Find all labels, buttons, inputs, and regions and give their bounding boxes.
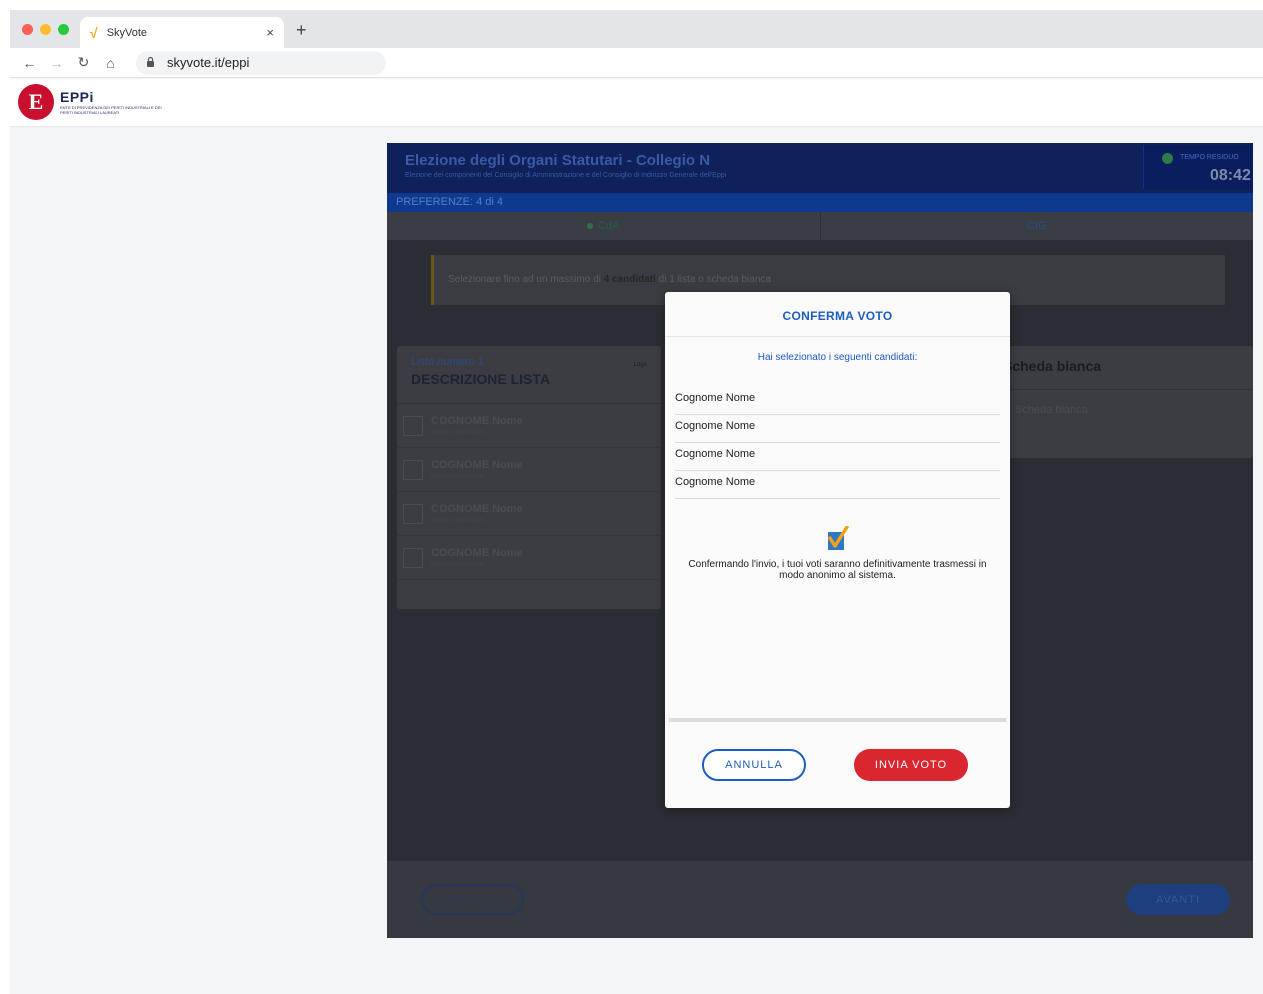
candidate-checkbox[interactable]	[403, 415, 423, 436]
modal-message: Confermando l'invio, i tuoi voti saranno…	[688, 559, 987, 581]
candidate-checkbox[interactable]	[403, 459, 423, 480]
blank-ballot-card: Scheda bianca Scheda bianca	[981, 346, 1253, 458]
eppi-logo[interactable]: E EPPi ENTE DI PREVIDENZA DEI PERITI IND…	[18, 84, 170, 120]
candidate-checkbox[interactable]	[403, 547, 423, 568]
new-tab-button[interactable]: +	[296, 20, 307, 41]
preferences-bar: PREFERENZE: 4 di 4	[387, 193, 1253, 212]
candidate-info: Nato/a il 00/00/0000	[431, 562, 485, 568]
blank-ballot-option[interactable]: Scheda bianca	[981, 390, 1253, 430]
blank-ballot-title: Scheda bianca	[981, 346, 1253, 390]
reload-button[interactable]: ↻	[70, 54, 97, 71]
candidate-info: Nato/a il 00/00/0000	[431, 518, 485, 524]
timer: TEMPO RESIDUO 08:42	[1143, 145, 1253, 189]
maximize-window-button[interactable]	[58, 24, 69, 35]
browser-tabbar: √ SkyVote × +	[10, 10, 1263, 48]
notice-text-end: di 1 lista o scheda bianca	[655, 274, 771, 285]
timer-icon	[1162, 153, 1173, 164]
timer-label: TEMPO RESIDUO	[1180, 154, 1239, 161]
lock-icon	[146, 56, 155, 70]
avanti-button[interactable]: AVANTI	[1126, 884, 1230, 915]
eppi-logo-mark: E	[18, 84, 54, 120]
tab-title: SkyVote	[106, 26, 148, 39]
timer-value: 08:42	[1210, 167, 1251, 184]
site-header: E EPPi ENTE DI PREVIDENZA DEI PERITI IND…	[10, 79, 1263, 127]
notice-text: Selezionare fino ad un massimo di	[448, 274, 604, 285]
modal-title: CONFERMA VOTO	[665, 292, 1010, 337]
list-description: DESCRIZIONE LISTA	[411, 371, 550, 387]
candidate-row[interactable]: COGNOME Nome Nato/a il 00/00/0000	[397, 536, 661, 580]
modal-intro: Hai selezionato i seguenti candidati:	[757, 352, 918, 363]
tab-close-icon[interactable]: ×	[266, 25, 274, 40]
window-controls	[22, 24, 69, 35]
candidate-checkbox[interactable]	[403, 503, 423, 524]
election-subtitle: Elezione dei componenti del Consiglio di…	[405, 172, 727, 179]
modal-annulla-button[interactable]: ANNULLA	[702, 749, 806, 781]
organ-tabs: CdA CIG	[387, 212, 1253, 240]
selected-candidate: Cognome Nome	[675, 387, 1000, 415]
tab-cda[interactable]: CdA	[387, 212, 821, 240]
notice-bold: 4 candidati	[603, 274, 656, 285]
minimize-window-button[interactable]	[40, 24, 51, 35]
selected-candidate: Cognome Nome	[675, 415, 1000, 443]
back-button[interactable]: ←	[16, 55, 43, 71]
candidate-name: COGNOME Nome	[431, 503, 523, 515]
close-window-button[interactable]	[22, 24, 33, 35]
list-card: Lista numero 1 DESCRIZIONE LISTA Logo CO…	[397, 346, 661, 609]
vote-check-icon	[665, 525, 1010, 554]
selected-candidate: Cognome Nome	[675, 471, 1000, 499]
candidate-name: COGNOME Nome	[431, 415, 523, 427]
url-text: skyvote.it/eppi	[167, 55, 250, 70]
skyvote-favicon-icon: √	[90, 24, 98, 41]
logo-name: EPPi	[60, 89, 94, 105]
candidate-info: Nato/a il 00/00/0000	[431, 474, 485, 480]
candidate-name: COGNOME Nome	[431, 547, 523, 559]
tab-label: CIG	[1026, 220, 1047, 232]
app-header: Elezione degli Organi Statutari - Colleg…	[387, 143, 1253, 193]
selected-candidate: Cognome Nome	[675, 443, 1000, 471]
tab-label: CdA	[598, 220, 620, 232]
election-title: Elezione degli Organi Statutari - Colleg…	[405, 152, 711, 169]
browser-tab[interactable]: √ SkyVote ×	[80, 17, 284, 48]
candidate-name: COGNOME Nome	[431, 459, 523, 471]
annulla-button[interactable]: ANNULLA	[421, 884, 524, 915]
forward-button[interactable]: →	[43, 55, 70, 71]
selected-dot-icon	[587, 223, 594, 229]
candidate-info: Nato/a il 00/00/0000	[431, 430, 485, 436]
list-number: Lista numero 1	[411, 356, 484, 368]
candidate-row[interactable]: COGNOME Nome Nato/a il 00/00/0000	[397, 448, 661, 492]
app-footer: ANNULLA AVANTI	[387, 861, 1253, 938]
candidate-row[interactable]: COGNOME Nome Nato/a il 00/00/0000	[397, 492, 661, 536]
logo-subtitle: ENTE DI PREVIDENZA DEI PERITI INDUSTRIAL…	[60, 105, 162, 115]
selected-candidates-list: Cognome Nome Cognome Nome Cognome Nome C…	[675, 387, 1000, 499]
home-button[interactable]: ⌂	[97, 55, 124, 71]
confirm-vote-modal: CONFERMA VOTO Hai selezionato i seguenti…	[665, 292, 1010, 808]
modal-divider	[669, 718, 1006, 722]
address-bar: ← → ↻ ⌂ skyvote.it/eppi	[10, 48, 1263, 78]
list-logo: Logo	[633, 362, 647, 368]
candidate-row[interactable]: COGNOME Nome Nato/a il 00/00/0000	[397, 404, 661, 448]
url-field[interactable]: skyvote.it/eppi	[136, 50, 386, 75]
tab-cig[interactable]: CIG	[821, 212, 1254, 240]
invia-voto-button[interactable]: INVIA VOTO	[854, 749, 968, 781]
